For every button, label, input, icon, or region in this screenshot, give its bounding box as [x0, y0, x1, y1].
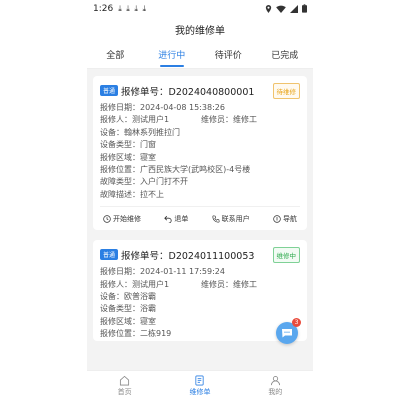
- tab-in-progress[interactable]: 进行中: [144, 41, 201, 68]
- chat-fab[interactable]: 3: [276, 318, 301, 344]
- return-order-label: 退单: [174, 214, 189, 223]
- status-bar: 1:26 ⤓ ⤓ ⤓ ⤓: [87, 0, 313, 17]
- order-type-badge: 普通: [100, 249, 119, 261]
- nav-orders[interactable]: 维修单: [162, 371, 237, 400]
- order-location: 报修位置：广西民族大学(武鸣校区)-4号楼: [100, 165, 251, 175]
- status-icons: [265, 4, 307, 13]
- undo-icon: [164, 215, 172, 223]
- order-device: 设备：欧普浴霸: [100, 292, 156, 302]
- order-repairer: 维修员：维修工: [201, 115, 257, 125]
- phone-screen: 1:26 ⤓ ⤓ ⤓ ⤓ 我的维修单 全部 进行中 待评价 已完成 普通 报修单…: [87, 0, 313, 400]
- status-time: 1:26: [93, 3, 114, 14]
- order-number: 报修单号：D2024040800001: [121, 86, 255, 98]
- order-area: 报修区域：寝室: [100, 152, 156, 162]
- order-card-header: 普通 报修单号：D2024040800001 待维修: [100, 82, 300, 99]
- order-fault-desc: 故障描述：拉不上: [100, 189, 164, 199]
- order-area: 报修区域：寝室: [100, 316, 156, 326]
- phone-icon: [212, 215, 220, 223]
- nav-home[interactable]: 首页: [87, 371, 162, 400]
- order-fault-type: 故障类型：入户门打不开: [100, 177, 188, 187]
- order-people: 报修人：测试用户1 维修员：维修工: [100, 279, 300, 291]
- wifi-icon: [276, 5, 286, 13]
- order-repairer: 维修员：维修工: [201, 279, 257, 289]
- order-people: 报修人：测试用户1 维修员：维修工: [100, 114, 300, 126]
- order-reporter: 报修人：测试用户1: [100, 115, 170, 125]
- order-device-type: 设备类型：浴霸: [100, 304, 156, 314]
- location-icon: [265, 4, 272, 13]
- navigate-button[interactable]: 导航: [273, 214, 297, 224]
- user-icon: [270, 375, 280, 385]
- contact-user-button[interactable]: 联系用户: [212, 214, 250, 224]
- clock-icon: [103, 215, 111, 223]
- order-status-badge: 待维修: [272, 82, 300, 99]
- start-repair-button[interactable]: 开始维修: [103, 214, 141, 224]
- download-icons: ⤓ ⤓ ⤓ ⤓: [118, 3, 147, 13]
- order-number: 报修单号：D2024011100053: [121, 250, 255, 262]
- nav-mine[interactable]: 我的: [238, 371, 313, 400]
- home-icon: [120, 375, 130, 385]
- order-icon: [195, 375, 205, 385]
- return-order-button[interactable]: 退单: [164, 214, 188, 224]
- order-actions: 开始维修 退单 联系用户 导航: [100, 206, 300, 230]
- order-location: 报修位置：二栋919: [100, 329, 172, 339]
- order-type-badge: 普通: [100, 85, 119, 96]
- tab-completed[interactable]: 已完成: [257, 41, 314, 68]
- order-card[interactable]: 普通 报修单号：D2024011100053 维修中 报修日期：2024-01-…: [93, 240, 307, 341]
- battery-icon: [302, 4, 307, 13]
- tab-all[interactable]: 全部: [87, 41, 144, 68]
- nav-orders-label: 维修单: [189, 387, 211, 396]
- order-date: 报修日期：2024-04-08 15:38:26: [100, 103, 225, 112]
- tab-to-evaluate[interactable]: 待评价: [200, 41, 257, 68]
- navigate-label: 导航: [282, 214, 297, 223]
- order-reporter: 报修人：测试用户1: [100, 279, 170, 289]
- status-tabs: 全部 进行中 待评价 已完成: [87, 41, 313, 69]
- bottom-nav: 首页 维修单 我的: [87, 370, 313, 400]
- nav-home-label: 首页: [117, 387, 132, 396]
- start-repair-label: 开始维修: [113, 214, 141, 223]
- page-title: 我的维修单: [87, 17, 313, 41]
- order-card[interactable]: 普通 报修单号：D2024040800001 待维修 报修日期：2024-04-…: [93, 76, 307, 231]
- order-date: 报修日期：2024-01-11 17:59:24: [100, 267, 225, 277]
- chat-unread-badge: 3: [292, 318, 301, 327]
- order-card-header: 普通 报修单号：D2024011100053 维修中: [100, 246, 300, 263]
- signal-icon: [290, 4, 298, 13]
- nav-mine-label: 我的: [268, 387, 283, 396]
- compass-icon: [273, 215, 281, 223]
- chat-icon: [282, 329, 292, 338]
- order-status-badge: 维修中: [272, 246, 300, 263]
- contact-user-label: 联系用户: [221, 214, 250, 223]
- order-device-type: 设备类型：门窗: [100, 140, 156, 150]
- order-device: 设备：翰林系列推拉门: [100, 127, 180, 137]
